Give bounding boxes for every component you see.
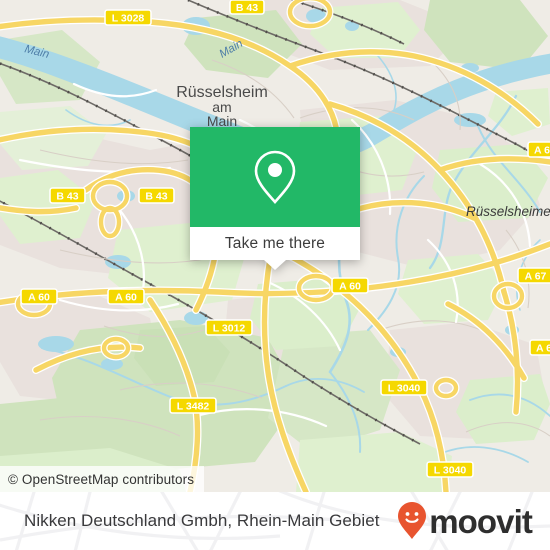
svg-text:A 60: A 60 (115, 292, 137, 304)
road-shield: L 3012 (205, 319, 253, 336)
svg-text:L 3028: L 3028 (112, 13, 145, 25)
road-shield: L 3482 (169, 397, 217, 414)
svg-text:A 6: A 6 (534, 145, 550, 157)
road-shield: A 6 (527, 141, 550, 158)
osm-attribution-text: © OpenStreetMap contributors (8, 471, 195, 487)
road-shield: A 6 (529, 339, 550, 356)
moovit-smiley-pin-icon (398, 502, 427, 539)
svg-text:L 3040: L 3040 (388, 383, 421, 395)
road-shield: B 43 (138, 187, 175, 204)
road-shield: B 43 (49, 187, 86, 204)
svg-text:A 6: A 6 (536, 343, 550, 355)
svg-text:A 67: A 67 (525, 271, 547, 283)
take-me-there-button[interactable]: Take me there (190, 227, 360, 260)
moovit-wordmark: moovit (429, 502, 533, 540)
road-shield: B 43 (229, 0, 265, 15)
road-shield: A 60 (20, 288, 58, 305)
map-canvas[interactable]: .rd-case { fill:none; stroke:#ffffff; st… (0, 0, 550, 492)
road-shield: A 60 (107, 288, 145, 305)
map-pin-icon (254, 150, 296, 204)
footer-bar: Nikken Deutschland Gmbh, Rhein-Main Gebi… (0, 492, 550, 550)
svg-text:B 43: B 43 (145, 191, 167, 203)
svg-text:B 43: B 43 (236, 2, 258, 14)
road-shield: L 3028 (104, 9, 152, 26)
road-shield: L 3040 (380, 379, 428, 396)
road-shield: L 3040 (426, 461, 474, 478)
moovit-logo[interactable]: moovit (397, 501, 533, 541)
map-page: .rd-case { fill:none; stroke:#ffffff; st… (0, 0, 550, 550)
svg-text:A 60: A 60 (28, 292, 50, 304)
road-shield: A 67 (517, 267, 550, 284)
osm-attribution[interactable]: © OpenStreetMap contributors (0, 466, 205, 492)
svg-text:L 3040: L 3040 (434, 465, 467, 477)
svg-text:B 43: B 43 (56, 191, 78, 203)
take-me-there-label: Take me there (224, 234, 326, 252)
road-shield: A 60 (331, 277, 369, 294)
svg-text:L 3012: L 3012 (213, 323, 246, 335)
svg-text:L 3482: L 3482 (177, 401, 210, 413)
svg-text:Rüsselsheimer: Rüsselsheimer (466, 204, 550, 219)
popup-icon-area (190, 127, 360, 227)
popup-tail (264, 260, 286, 270)
map-water-label: Rüsselsheimer (466, 204, 550, 219)
location-popup-card[interactable]: Take me there (190, 127, 360, 270)
place-title: Nikken Deutschland Gmbh, Rhein-Main Gebi… (24, 511, 380, 530)
svg-text:A 60: A 60 (339, 281, 361, 293)
